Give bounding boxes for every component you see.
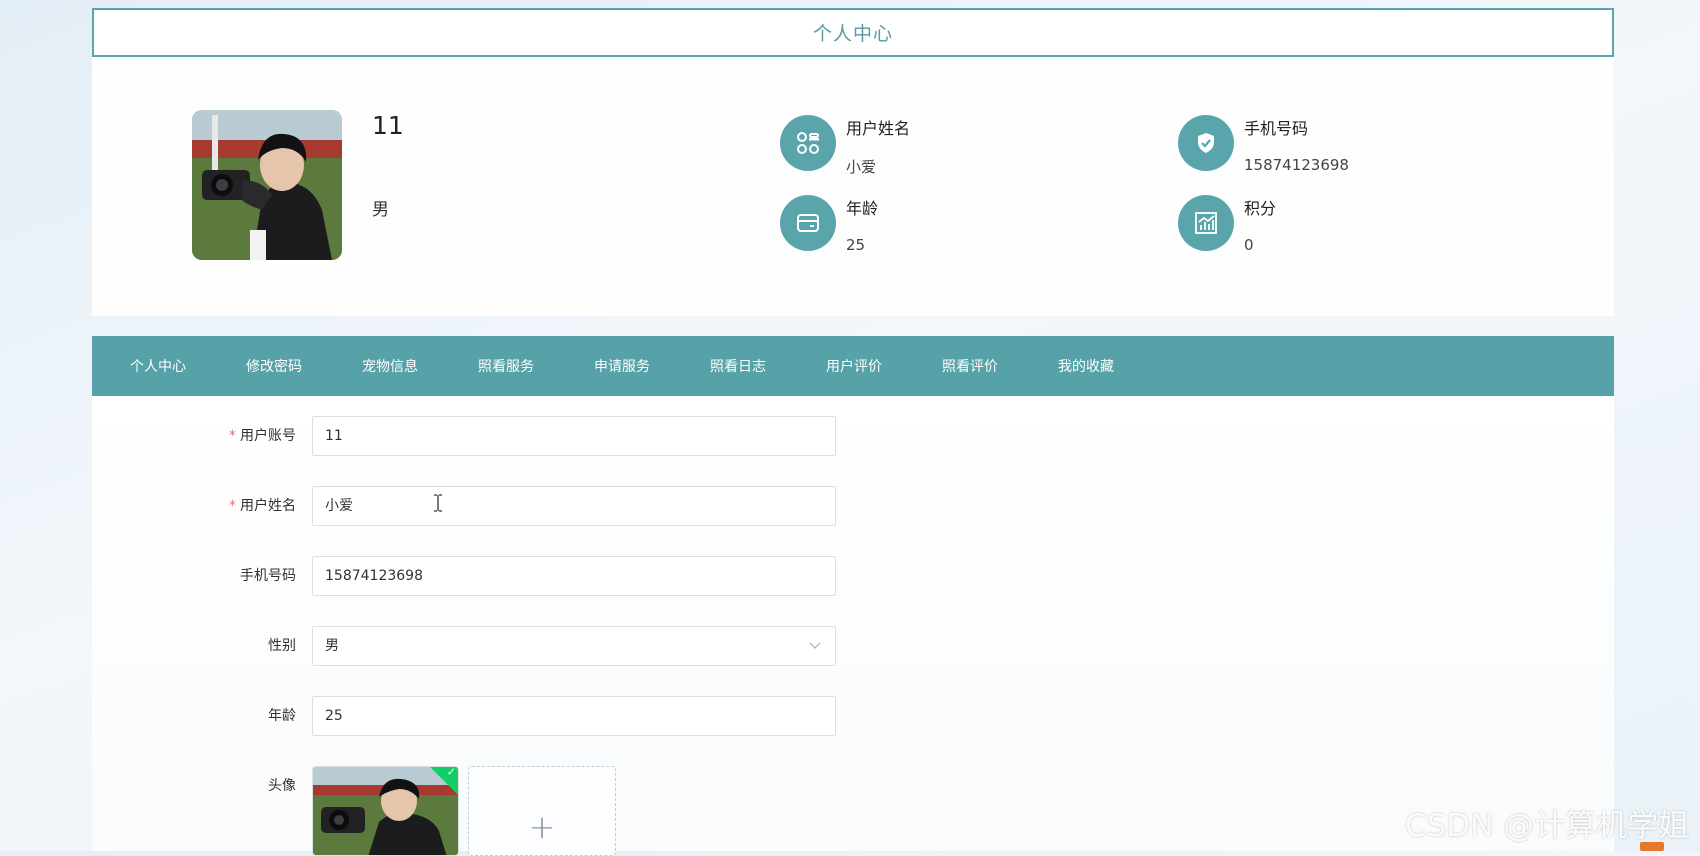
account-input[interactable] xyxy=(312,416,836,456)
required-mark: * xyxy=(229,498,236,514)
form-row-phone: 手机号码 xyxy=(92,556,836,596)
profile-avatar xyxy=(192,110,342,260)
tab-care-log[interactable]: 照看日志 xyxy=(680,356,796,376)
profile-gender: 男 xyxy=(372,200,389,220)
tab-apply-service[interactable]: 申请服务 xyxy=(564,356,680,376)
gender-select[interactable]: 男 xyxy=(312,626,836,666)
card-icon xyxy=(780,195,836,251)
info-phone-label: 手机号码 xyxy=(1244,119,1309,138)
corner-badge xyxy=(1640,842,1664,851)
avatar-label: 头像 xyxy=(268,778,296,794)
tab-care-review[interactable]: 照看评价 xyxy=(912,356,1028,376)
phone-label: 手机号码 xyxy=(240,568,296,584)
tab-profile[interactable]: 个人中心 xyxy=(100,356,216,376)
chevron-down-icon xyxy=(809,627,821,665)
name-input[interactable] xyxy=(312,486,836,526)
tab-user-review[interactable]: 用户评价 xyxy=(796,356,912,376)
info-phone-value: 15874123698 xyxy=(1244,156,1349,174)
phone-input[interactable] xyxy=(312,556,836,596)
name-label: * 用户姓名 xyxy=(229,498,296,514)
profile-account: 11 xyxy=(372,111,404,140)
age-input[interactable] xyxy=(312,696,836,736)
info-age-value: 25 xyxy=(846,236,866,254)
info-points-value: 0 xyxy=(1244,236,1254,254)
profile-card: 11 男 用户姓名 小爱 手机号码 15874123698 年龄 25 积分 0 xyxy=(92,57,1614,316)
form-row-gender: 性别 男 xyxy=(92,626,836,666)
apps-icon xyxy=(780,115,836,171)
shield-check-icon xyxy=(1178,115,1234,171)
form-row-age: 年龄 xyxy=(92,696,836,736)
gender-selected-value: 男 xyxy=(325,638,339,654)
required-mark: * xyxy=(229,428,236,444)
info-points-label: 积分 xyxy=(1244,199,1277,218)
avatar-upload-button[interactable]: + xyxy=(468,766,616,856)
text-cursor-icon xyxy=(433,494,443,517)
info-name-label: 用户姓名 xyxy=(846,119,911,138)
page-title-bar: 个人中心 xyxy=(92,8,1614,57)
info-age-label: 年龄 xyxy=(846,199,879,218)
tab-pet-info[interactable]: 宠物信息 xyxy=(332,356,448,376)
tab-change-password[interactable]: 修改密码 xyxy=(216,356,332,376)
plus-icon: + xyxy=(528,808,556,846)
account-label: * 用户账号 xyxy=(229,428,296,444)
age-label: 年龄 xyxy=(268,708,296,724)
form-row-account: * 用户账号 xyxy=(92,416,836,456)
gender-label: 性别 xyxy=(268,638,296,654)
profile-form: *用户账号 *用户姓名 手机号码 性别 男 年龄 头像 xyxy=(92,396,1614,856)
form-row-name: * 用户姓名 xyxy=(92,486,836,526)
tab-favorites[interactable]: 我的收藏 xyxy=(1028,356,1144,376)
chart-icon xyxy=(1178,195,1234,251)
info-name-value: 小爱 xyxy=(846,158,877,176)
tab-care-service[interactable]: 照看服务 xyxy=(448,356,564,376)
form-row-avatar: 头像 ✓ + xyxy=(92,766,812,856)
avatar-thumbnail[interactable]: ✓ xyxy=(312,766,459,856)
check-icon: ✓ xyxy=(446,766,456,779)
page-title: 个人中心 xyxy=(812,23,893,45)
watermark: CSDN @计算机学姐 xyxy=(1405,808,1690,844)
tab-bar: 个人中心 修改密码 宠物信息 照看服务 申请服务 照看日志 用户评价 照看评价 … xyxy=(92,336,1614,396)
